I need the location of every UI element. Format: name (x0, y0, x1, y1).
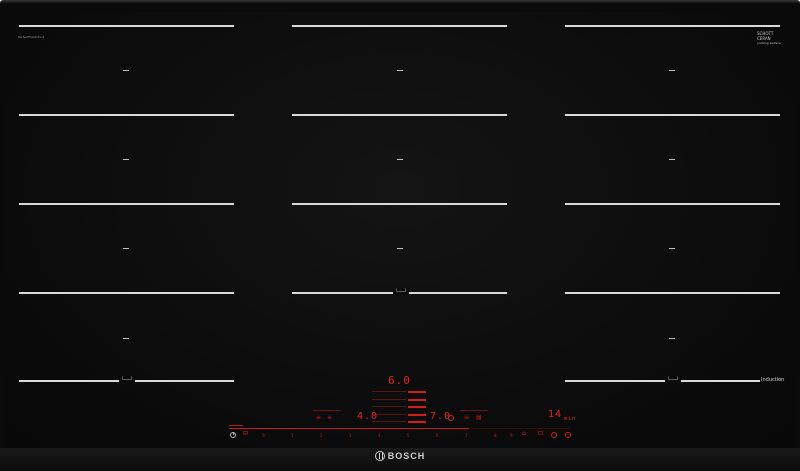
slider-step[interactable]: 9 (510, 433, 513, 438)
settings-icon[interactable] (551, 432, 557, 438)
flex-zone-marker: └──┘ (119, 377, 136, 383)
slider-step[interactable]: 5 (407, 433, 410, 438)
zone-line-left-2[interactable] (19, 114, 234, 116)
power-slider[interactable] (229, 428, 569, 429)
zone-line-left-3[interactable] (19, 203, 234, 205)
slider-step[interactable]: 6 (436, 433, 439, 438)
zone-selector-icon[interactable]: ≡ (316, 414, 321, 421)
slider-step[interactable]: 2 (320, 433, 323, 438)
zone-center-mark (123, 338, 129, 339)
slider-step[interactable]: 0 (262, 433, 265, 438)
brand-name: BOSCH (387, 451, 426, 461)
slider-step[interactable]: 7 (465, 433, 468, 438)
slider-step[interactable]: 8 (494, 433, 497, 438)
zone-center-mark (123, 159, 129, 160)
zone-center-mark (669, 70, 675, 71)
flex-zone-marker: └──┘ (393, 289, 410, 295)
zone-line-center-1[interactable] (292, 25, 507, 27)
zone-selector-icon[interactable]: ≡ (464, 414, 469, 421)
lock-icon[interactable]: ⊟ (243, 430, 248, 437)
product-line-label: PerfectFlexInduct (18, 35, 45, 39)
zone-line-center-3[interactable] (292, 203, 507, 205)
induction-label: Induction (760, 377, 786, 383)
display-segment (372, 399, 406, 400)
right-timer-display: 14 (548, 409, 563, 420)
power-level-bar (408, 414, 426, 416)
power-level-bar (408, 391, 426, 393)
cooking-surface-logo-line: cooking surface (757, 41, 781, 45)
zone-line-center-2[interactable] (292, 114, 507, 116)
zone-selector-icon[interactable]: ▤ (476, 414, 482, 421)
boost-icon[interactable]: ⌂ (522, 430, 526, 437)
zone-center-mark (669, 338, 675, 339)
power-icon[interactable] (230, 432, 236, 438)
zone-center-mark (397, 248, 403, 249)
zone-center-mark (123, 248, 129, 249)
power-slider-fill (229, 428, 469, 429)
cooktop-frame: PerfectFlexInduct SCHOTT CERAN cooking s… (0, 0, 800, 471)
zone-line-left-4[interactable] (19, 292, 234, 294)
zone-center-mark (397, 159, 403, 160)
zone-center-mark (397, 70, 403, 71)
zone-line-right-2[interactable] (565, 114, 780, 116)
zone-center-mark (123, 70, 129, 71)
slider-step[interactable]: 1 (291, 433, 294, 438)
power-level-bar (408, 421, 426, 423)
display-segment (372, 406, 406, 407)
zone-center-mark (669, 159, 675, 160)
display-segment (372, 391, 406, 392)
slider-step[interactable]: 4 (378, 433, 381, 438)
timer-icon[interactable] (448, 415, 454, 421)
bosch-logo-icon (374, 451, 385, 461)
zone-line-left-1[interactable] (19, 25, 234, 27)
zone-selector-icon[interactable]: ≡ (327, 414, 332, 421)
zone-indicator-bar (313, 410, 341, 411)
timer-display: 6.0 (388, 374, 411, 387)
favorite-icon[interactable]: ⊡ (538, 430, 543, 437)
flex-zone-marker: └──┘ (665, 377, 682, 383)
slider-start-mark (229, 425, 243, 426)
schott-ceran-logo: SCHOTT CERAN cooking surface (757, 31, 781, 46)
zone-indicator-bar (460, 410, 488, 411)
right-timer-unit: min (564, 416, 577, 422)
zone-line-right-3[interactable] (565, 203, 780, 205)
timer-icon[interactable] (565, 432, 571, 438)
zone-center-mark (669, 248, 675, 249)
power-level-bar (408, 406, 426, 408)
left-power-level-display: 4.0 (357, 411, 379, 422)
zone-line-right-4[interactable] (565, 292, 780, 294)
bosch-brand: BOSCH (0, 451, 800, 461)
power-level-bar (408, 399, 426, 401)
zone-line-right-1[interactable] (565, 25, 780, 27)
slider-step[interactable]: 3 (349, 433, 352, 438)
